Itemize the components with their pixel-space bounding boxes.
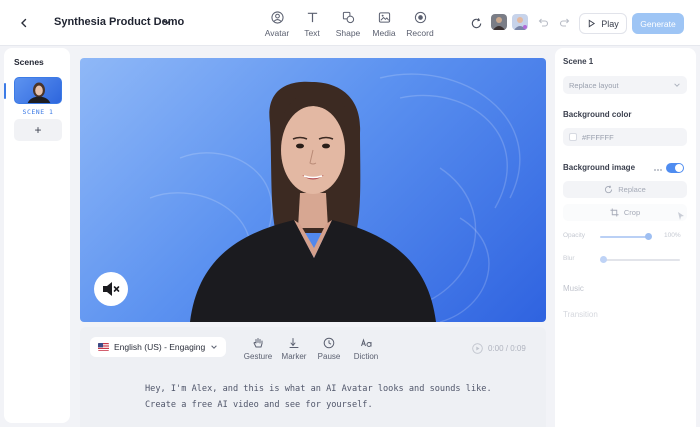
background-color-field[interactable]: #FFFFFF — [563, 128, 687, 146]
script-line: Hey, I'm Alex, and this is what an AI Av… — [145, 384, 492, 394]
toolbar-record[interactable]: Record — [398, 9, 442, 38]
language-label: English (US) - Engaging — [114, 342, 206, 352]
chevron-down-icon — [211, 345, 217, 349]
cursor-pointer-icon — [678, 212, 684, 220]
music-heading[interactable]: Music — [563, 284, 584, 293]
opacity-label: Opacity — [563, 232, 586, 239]
user-avatar-icon — [514, 17, 527, 30]
speaker-muted-icon — [103, 282, 120, 296]
marker-label: Marker — [281, 352, 307, 361]
active-scene-indicator — [4, 83, 6, 99]
background-color-heading: Background color — [563, 110, 632, 119]
play-icon — [589, 19, 596, 28]
pause-label: Pause — [317, 352, 341, 361]
undo-button[interactable] — [534, 14, 552, 32]
canvas-background — [149, 73, 521, 322]
pause-button[interactable]: Pause — [312, 336, 346, 361]
media-icon — [378, 11, 390, 23]
script-timer: 0:00 / 0:09 — [472, 343, 526, 354]
blur-slider[interactable]: Blur — [563, 255, 687, 265]
more-options-button[interactable] — [653, 162, 663, 180]
collaborator-avatar-1[interactable] — [491, 14, 507, 30]
chevron-down-icon — [163, 19, 171, 25]
script-editor[interactable]: Hey, I'm Alex, and this is what an AI Av… — [145, 381, 515, 413]
back-button[interactable] — [14, 13, 34, 33]
scene-thumbnail[interactable] — [14, 77, 62, 104]
crop-icon — [610, 208, 619, 217]
background-image-toggle[interactable] — [666, 163, 684, 173]
shape-icon — [342, 11, 354, 23]
gesture-button[interactable]: Gesture — [241, 336, 275, 361]
transition-heading[interactable]: Transition — [563, 310, 598, 319]
scenes-title: Scenes — [14, 57, 44, 67]
blur-track — [600, 259, 680, 261]
add-scene-button[interactable]: + — [14, 119, 62, 141]
opacity-value: 100% — [664, 232, 681, 239]
blur-handle[interactable] — [600, 256, 607, 263]
gesture-icon — [253, 338, 263, 348]
layout-select[interactable]: Replace layout — [563, 76, 687, 94]
collaborator-avatar-2[interactable] — [512, 14, 528, 30]
play-button[interactable]: Play — [579, 13, 627, 34]
opacity-slider[interactable]: Opacity 100% — [563, 232, 687, 242]
generate-button[interactable]: Generate — [632, 13, 684, 34]
title-dropdown-button[interactable] — [160, 15, 174, 29]
scene-preview-image — [27, 82, 51, 103]
chevron-left-icon — [21, 18, 27, 28]
toolbar-record-label: Record — [406, 28, 434, 38]
sync-button[interactable] — [467, 14, 485, 32]
more-horizontal-icon — [654, 169, 662, 171]
undo-icon — [538, 18, 549, 27]
replace-label: Replace — [618, 185, 646, 194]
play-label: Play — [601, 18, 619, 29]
blur-label: Blur — [563, 255, 575, 262]
opacity-track — [600, 236, 648, 238]
background-color-value: #FFFFFF — [582, 132, 614, 142]
chevron-down-icon — [674, 83, 680, 87]
replace-icon — [605, 185, 613, 194]
sync-icon — [471, 17, 481, 28]
diction-button[interactable]: Diction — [349, 336, 383, 361]
marker-icon — [289, 338, 299, 348]
diction-label: Diction — [353, 352, 379, 361]
timer-label: 0:00 / 0:09 — [488, 344, 526, 353]
color-swatch[interactable] — [569, 133, 577, 141]
diction-icon — [360, 338, 371, 347]
redo-button[interactable] — [556, 14, 574, 32]
script-line: Create a free AI video and see for yours… — [145, 400, 373, 410]
gesture-label: Gesture — [243, 352, 273, 361]
replace-button[interactable]: Replace — [563, 181, 687, 198]
us-flag-icon — [98, 343, 109, 351]
marker-button[interactable]: Marker — [277, 336, 311, 361]
top-bar: Synthesia Product Demo Avatar Text Shape… — [0, 0, 700, 46]
properties-panel: Scene 1 Replace layout Background color … — [555, 48, 696, 427]
toggle-knob — [675, 164, 683, 172]
text-icon — [307, 12, 317, 22]
pause-clock-icon — [323, 337, 335, 349]
crop-button[interactable]: Crop — [563, 204, 687, 221]
user-avatar-icon — [493, 17, 505, 30]
opacity-handle[interactable] — [645, 233, 652, 240]
play-circle-icon[interactable] — [472, 343, 483, 354]
video-canvas[interactable] — [80, 58, 546, 322]
language-selector[interactable]: English (US) - Engaging — [90, 337, 227, 357]
scenes-panel: Scenes SCENE 1 + — [4, 48, 70, 423]
redo-icon — [559, 18, 570, 27]
scene-heading: Scene 1 — [563, 57, 594, 66]
record-icon — [414, 11, 426, 23]
scene-label: SCENE 1 — [22, 108, 54, 116]
background-image-heading: Background image — [563, 163, 636, 172]
script-panel: English (US) - Engaging Gesture Marker P… — [80, 327, 546, 427]
crop-label: Crop — [623, 208, 641, 217]
avatar-icon — [270, 10, 284, 24]
layout-value: Replace layout — [569, 80, 619, 90]
mute-button[interactable] — [94, 272, 128, 306]
